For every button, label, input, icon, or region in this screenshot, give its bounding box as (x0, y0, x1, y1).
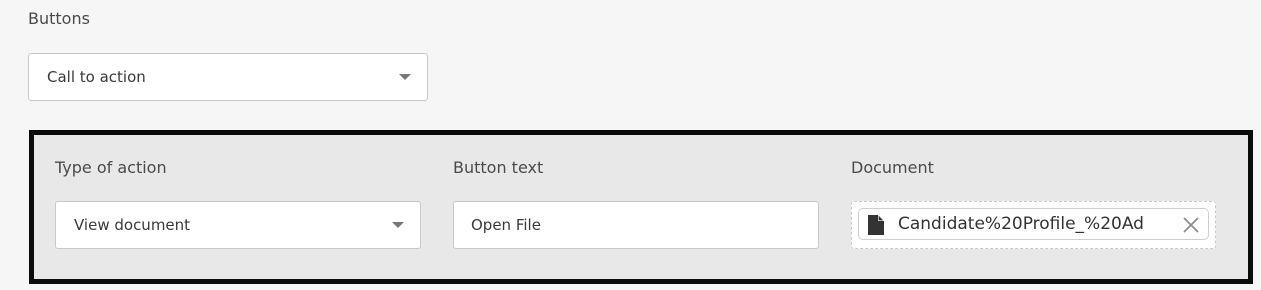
document-label: Document (851, 158, 934, 177)
button-text-input[interactable] (453, 201, 819, 249)
file-icon (868, 215, 884, 235)
buttons-section-label: Buttons (28, 9, 90, 28)
type-of-action-select[interactable]: View document (55, 201, 421, 249)
document-chip[interactable]: Candidate%20Profile_%20Ad (858, 208, 1209, 240)
button-text-label: Button text (453, 158, 544, 177)
button-type-select-value: Call to action (47, 68, 146, 86)
close-icon[interactable] (1182, 216, 1200, 234)
chevron-down-icon (392, 222, 404, 228)
document-upload-field[interactable]: Candidate%20Profile_%20Ad (851, 201, 1216, 249)
type-of-action-select-value: View document (74, 216, 191, 234)
button-type-select[interactable]: Call to action (28, 53, 428, 101)
document-file-name: Candidate%20Profile_%20Ad (898, 214, 1144, 234)
chevron-down-icon (399, 74, 411, 80)
action-settings-panel: Type of action Button text Document View… (29, 130, 1253, 284)
type-of-action-label: Type of action (55, 158, 167, 177)
